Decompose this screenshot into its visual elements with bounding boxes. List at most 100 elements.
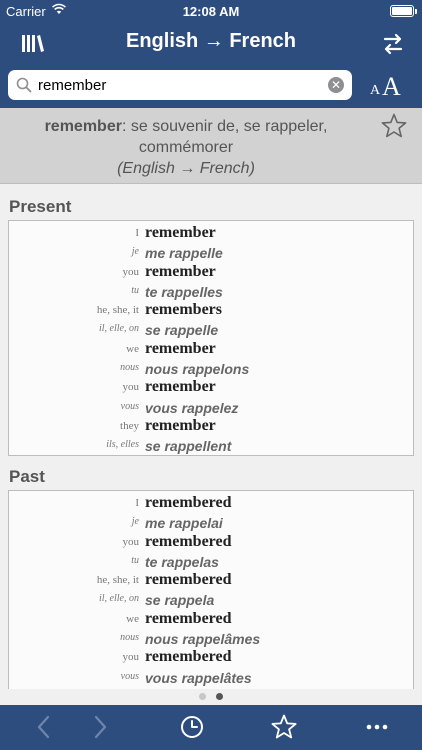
verb-form[interactable]: se rappela	[145, 592, 214, 608]
pronoun-label: they	[120, 419, 139, 432]
pronoun-label: we	[126, 342, 139, 355]
verb-form[interactable]: vous rappelez	[145, 400, 238, 416]
verb-form[interactable]: nous rappelons	[145, 361, 249, 377]
pronoun-label: je	[131, 516, 139, 528]
pronoun-label: he, she, it	[96, 304, 139, 317]
verb-form[interactable]: te rappelas	[145, 554, 219, 570]
pronoun-label: he, she, it	[96, 574, 139, 587]
conjugation-row: tu te rappelas	[9, 552, 413, 571]
verb-form[interactable]: nous rappelâmes	[145, 631, 260, 647]
verb-form[interactable]: remembered	[145, 610, 231, 628]
page-dot-2[interactable]	[216, 693, 223, 700]
page-indicator[interactable]	[0, 689, 422, 705]
conjugation-row: you remembered	[9, 533, 413, 552]
conjugation-row: il, elle, on se rappela	[9, 590, 413, 609]
conjugation-row: they remember	[9, 417, 413, 436]
pronoun-label: il, elle, on	[99, 593, 139, 605]
pronoun-label: je	[131, 246, 139, 258]
pronoun-label: you	[122, 535, 140, 548]
definition-headword: remember	[44, 118, 122, 135]
battery-nub	[415, 9, 417, 14]
page-title[interactable]: English → French	[0, 30, 422, 53]
verb-form[interactable]: remember	[145, 340, 216, 358]
search-box[interactable]: ✕	[8, 70, 352, 100]
conjugation-row: you remember	[9, 263, 413, 282]
page-dot-1[interactable]	[199, 693, 206, 700]
conjugation-row: you remember	[9, 378, 413, 397]
pronoun-label: you	[122, 381, 140, 394]
verb-form[interactable]: remember	[145, 263, 216, 281]
verb-form[interactable]: remembered	[145, 571, 231, 589]
conjugation-row: nous nous rappelâmes	[9, 629, 413, 648]
conjugation-row: we remembered	[9, 610, 413, 629]
present-title: Present	[9, 197, 72, 216]
verb-form[interactable]: me rappelai	[145, 515, 223, 531]
verb-form[interactable]: remember	[145, 378, 216, 396]
conjugation-row: Iremember	[9, 224, 413, 243]
conjugation-row: you remembered	[9, 648, 413, 667]
present-table: Iremember je me rappelle you remember tu te ra…	[8, 220, 414, 456]
conjugation-row: tu te rappelles	[9, 282, 413, 301]
verb-form[interactable]: remembers	[145, 301, 222, 319]
pronoun-label: tu	[131, 554, 139, 566]
conjugation-row: he, she, it remembered	[9, 571, 413, 590]
pronoun-label: I	[135, 227, 139, 239]
pronoun-label: nous	[120, 362, 139, 374]
definition-translation: : se souvenir de, se rappeler, commémore…	[121, 118, 328, 156]
search-row: ✕ A A	[0, 64, 422, 108]
definition-text: remember: se souvenir de, se rappeler, c…	[16, 116, 356, 179]
search-input[interactable]	[38, 74, 318, 96]
conjugation-row: vous vous rappelez	[9, 398, 413, 417]
more-icon[interactable]	[364, 713, 390, 741]
verb-form[interactable]: se rappelle	[145, 322, 218, 338]
back-icon[interactable]	[34, 713, 54, 741]
status-time: 12:08 AM	[182, 4, 240, 19]
star-icon[interactable]	[270, 713, 298, 741]
conjugation-row: vous vous rappelâtes	[9, 668, 413, 687]
pronoun-label: il, elle, on	[99, 323, 139, 335]
clear-search-button[interactable]: ✕	[328, 77, 344, 93]
pronoun-label: ils, elles	[106, 439, 139, 451]
verb-form[interactable]: vous rappelâtes	[145, 670, 252, 686]
definition-panel: remember: se souvenir de, se rappeler, c…	[0, 108, 422, 184]
pronoun-label: I	[135, 497, 139, 509]
verb-form[interactable]: remember	[145, 417, 216, 435]
font-size-button[interactable]: A A	[368, 72, 408, 102]
conjugation-row: we remember	[9, 340, 413, 359]
conjugation-row: je me rappelle	[9, 243, 413, 262]
conjugation-row: he, she, it remembers	[9, 301, 413, 320]
status-bar: Carrier 12:08 AM	[0, 0, 422, 24]
verb-form[interactable]: remember	[145, 224, 216, 242]
pronoun-label: vous	[120, 670, 139, 682]
search-icon	[16, 77, 32, 93]
font-size-big-letter: A	[382, 72, 401, 101]
conjugation-row: Iremembered	[9, 494, 413, 513]
past-title: Past	[9, 467, 45, 486]
font-size-small-letter: A	[370, 83, 381, 98]
conjugation-row: il, elle, on se rappelle	[9, 320, 413, 339]
verb-form[interactable]: remembered	[145, 533, 231, 551]
pronoun-label: we	[126, 612, 139, 625]
favorite-star-icon[interactable]	[380, 112, 408, 140]
nav-bar: English → French	[0, 24, 422, 64]
battery-icon	[390, 5, 414, 17]
pronoun-label: you	[122, 265, 140, 278]
pronoun-label: tu	[131, 284, 139, 296]
definition-direction: (English → French)	[117, 160, 255, 177]
pronoun-label: vous	[120, 400, 139, 412]
verb-form[interactable]: te rappelles	[145, 284, 223, 300]
pronoun-label: you	[122, 651, 140, 664]
forward-icon[interactable]	[90, 713, 110, 741]
bottom-toolbar	[0, 705, 422, 750]
pronoun-label: nous	[120, 632, 139, 644]
verb-form[interactable]: me rappelle	[145, 245, 223, 261]
conjugation-row: je me rappelai	[9, 513, 413, 532]
verb-form[interactable]: remembered	[145, 648, 231, 666]
verb-form[interactable]: se rappellent	[145, 438, 231, 454]
history-icon[interactable]	[179, 713, 205, 741]
swap-direction-icon[interactable]	[382, 32, 404, 56]
conjugation-scroll[interactable]: Present Iremember je me rappelle you remembe…	[0, 185, 422, 689]
conjugation-row: ils, elles se rappellent	[9, 436, 413, 455]
verb-form[interactable]: remembered	[145, 494, 231, 512]
conjugation-row: nous nous rappelons	[9, 359, 413, 378]
